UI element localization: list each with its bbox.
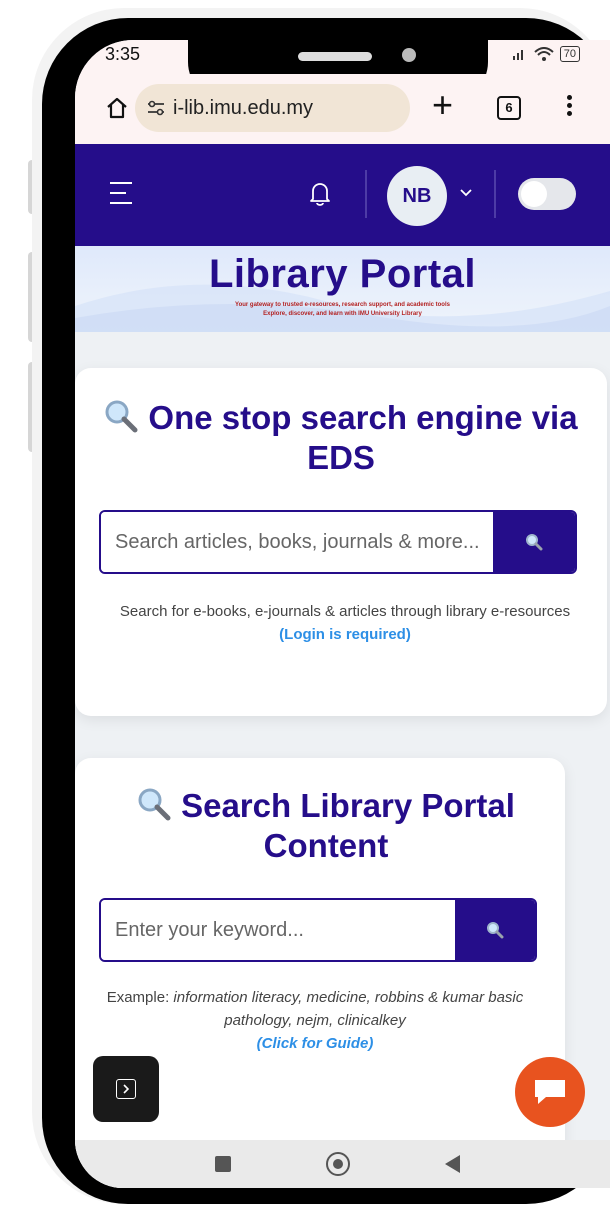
hero-banner: Library Portal Your gateway to trusted e… xyxy=(75,246,610,332)
wifi-icon xyxy=(534,47,554,61)
menu-icon[interactable] xyxy=(110,182,132,212)
phone-screen: 3:35 70 i-lib.imu.edu.my + 6 NB Library … xyxy=(75,40,610,1188)
eds-helper-text: Search for e-books, e-journals & article… xyxy=(105,600,585,646)
avatar[interactable]: NB xyxy=(387,166,447,226)
eds-search-card: One stop search engine via EDS Search fo… xyxy=(75,368,607,716)
home-nav-icon[interactable] xyxy=(326,1152,350,1176)
header-divider xyxy=(494,170,496,218)
banner-subtitle-1: Your gateway to trusted e-resources, res… xyxy=(235,302,450,308)
more-icon[interactable] xyxy=(565,92,573,119)
home-icon[interactable] xyxy=(105,96,129,120)
tabs-icon[interactable]: 6 xyxy=(497,96,521,120)
back-icon[interactable] xyxy=(445,1155,460,1173)
sidebar-toggle-button[interactable] xyxy=(93,1056,159,1122)
site-header: NB xyxy=(75,144,610,246)
browser-toolbar: i-lib.imu.edu.my + 6 xyxy=(75,74,610,144)
status-time: 3:35 xyxy=(105,44,141,64)
notch-speaker xyxy=(298,52,372,61)
notch-camera xyxy=(402,48,416,62)
eds-search-button[interactable] xyxy=(493,512,575,572)
chevron-down-icon[interactable] xyxy=(459,188,473,198)
magnifier-icon xyxy=(105,400,138,433)
portal-search-card: Search Library Portal Content Example: i… xyxy=(75,758,565,1188)
recents-icon[interactable] xyxy=(215,1156,231,1172)
sidebar-toggle-icon xyxy=(116,1079,136,1099)
portal-card-title: Search Library Portal Content xyxy=(81,786,571,866)
banner-subtitle-2: Explore, discover, and learn with IMU Un… xyxy=(263,311,422,317)
search-icon xyxy=(487,922,504,939)
battery-icon: 70 xyxy=(559,46,580,62)
chat-button[interactable] xyxy=(515,1057,585,1127)
login-required-link[interactable]: (Login is required) xyxy=(105,623,585,646)
portal-search-box xyxy=(99,898,537,962)
toggle-knob xyxy=(521,181,547,207)
bell-icon[interactable] xyxy=(308,180,332,206)
portal-search-input[interactable] xyxy=(101,900,455,960)
address-bar[interactable]: i-lib.imu.edu.my xyxy=(135,84,410,132)
portal-search-button[interactable] xyxy=(455,900,535,960)
page-title: Library Portal xyxy=(208,252,477,296)
header-divider xyxy=(365,170,367,218)
eds-card-title: One stop search engine via EDS xyxy=(75,398,607,478)
chat-icon xyxy=(535,1080,565,1104)
theme-toggle[interactable] xyxy=(518,178,576,210)
portal-title-text: Search Library Portal Content xyxy=(181,787,515,864)
example-text: information literacy, medicine, robbins … xyxy=(173,989,524,1029)
plus-icon[interactable]: + xyxy=(432,87,453,123)
magnifier-icon xyxy=(138,788,171,821)
tune-icon[interactable] xyxy=(147,100,165,116)
search-icon xyxy=(526,534,543,551)
signal-icon xyxy=(512,50,523,60)
example-label: Example: xyxy=(106,989,174,1006)
eds-search-box xyxy=(99,510,577,574)
system-icons: 70 xyxy=(512,46,580,62)
eds-title-text: One stop search engine via EDS xyxy=(148,399,578,476)
eds-search-input[interactable] xyxy=(101,512,493,572)
eds-helper: Search for e-books, e-journals & article… xyxy=(119,603,571,620)
portal-helper-text: Example: information literacy, medicine,… xyxy=(95,986,535,1055)
guide-link[interactable]: (Click for Guide) xyxy=(95,1032,535,1055)
android-nav-bar xyxy=(75,1140,610,1188)
url-text: i-lib.imu.edu.my xyxy=(173,96,314,119)
